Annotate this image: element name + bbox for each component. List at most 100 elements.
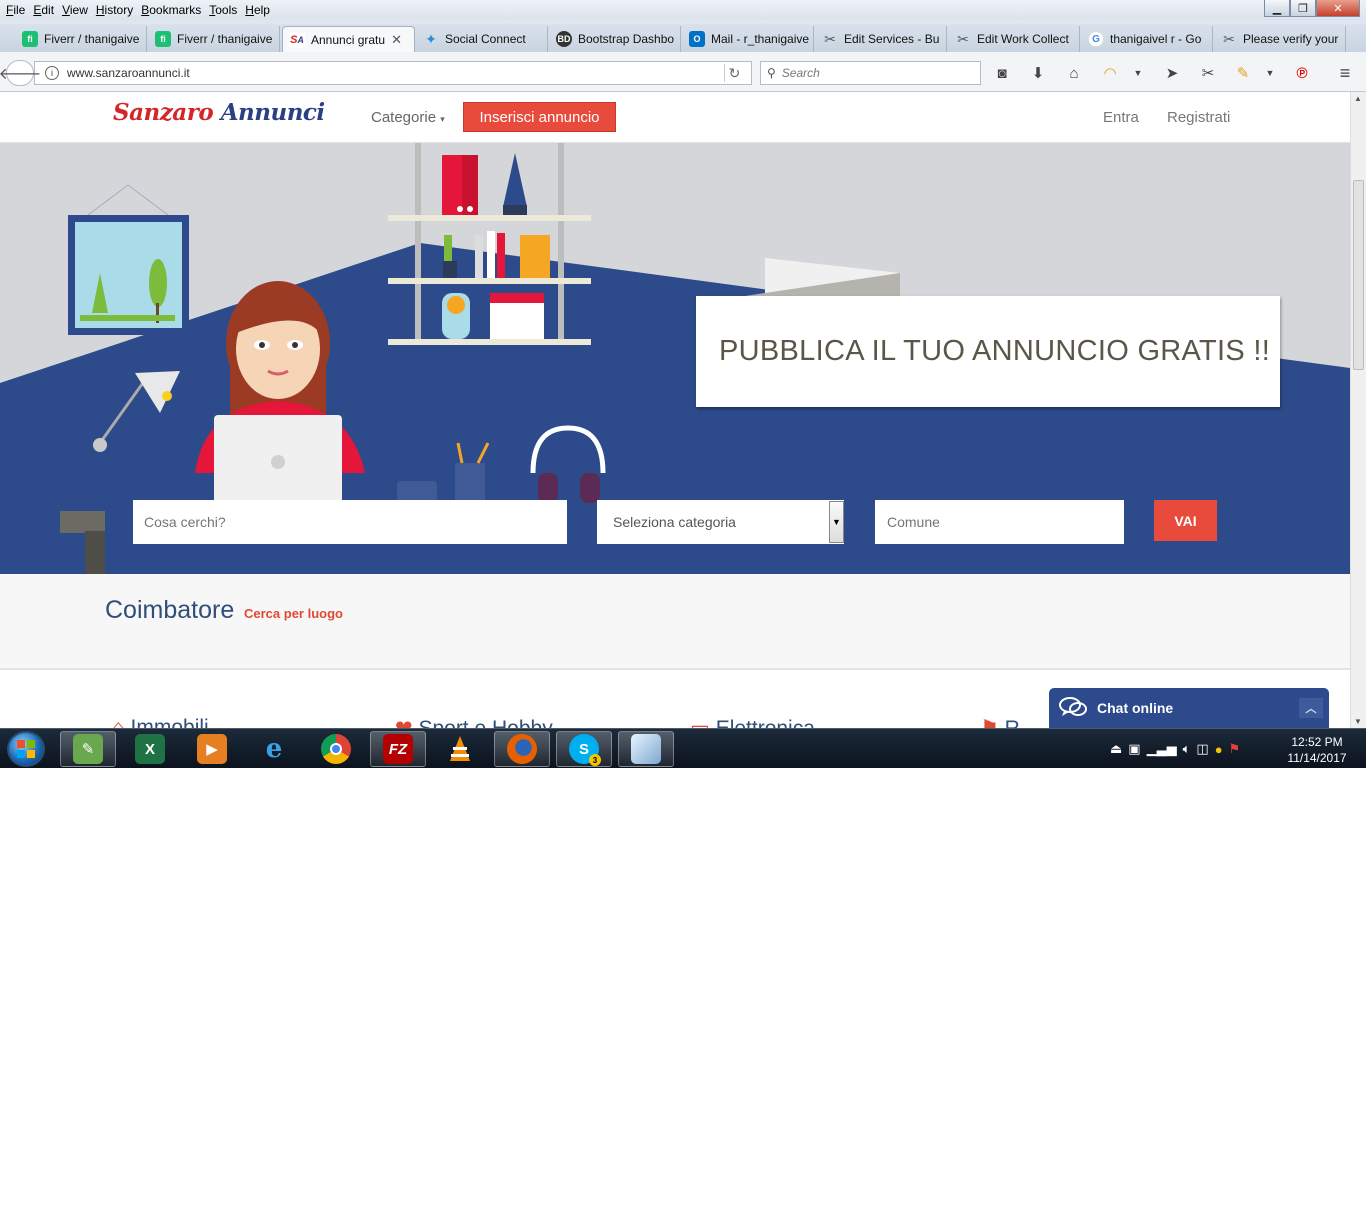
city-name: Coimbatore <box>105 596 235 624</box>
tools-icon: ✂ <box>824 30 836 47</box>
menu-view[interactable]: View <box>62 3 88 17</box>
site-logo[interactable]: Sanzaro Annunci <box>113 99 325 126</box>
back-button[interactable]: 🡐 <box>0 60 41 86</box>
tab-label: Fiverr / thanigaive <box>44 32 140 46</box>
tab-fiverr-2[interactable]: fi Fiverr / thanigaive <box>149 26 280 52</box>
taskbar-gadget-app[interactable]: ✎ <box>60 731 116 767</box>
site-header: Sanzaro Annunci Categorie ▾ Inserisci an… <box>0 92 1350 143</box>
info-icon[interactable]: i <box>45 66 59 80</box>
tab-bootstrap[interactable]: BD Bootstrap Dashbo <box>550 26 681 52</box>
url-bar[interactable]: i www.sanzaroannunci.it <box>34 61 752 85</box>
system-clock[interactable]: 12:52 PM 11/14/2017 <box>1282 734 1352 766</box>
location-section: Coimbatore Cerca per luogo <box>0 574 1350 669</box>
taskbar-chrome[interactable] <box>308 731 364 767</box>
logo-part2: Annunci <box>220 99 325 126</box>
chevron-down-icon[interactable]: ▼ <box>1260 63 1280 83</box>
firefox-icon <box>507 734 537 764</box>
reload-icon[interactable]: ↻ <box>724 64 744 82</box>
url-text: www.sanzaroannunci.it <box>67 66 190 80</box>
tab-edit-work[interactable]: ✂ Edit Work Collect <box>949 26 1080 52</box>
screenshot-icon[interactable]: ✂ <box>1198 63 1218 83</box>
inserisci-annuncio-button[interactable]: Inserisci annuncio <box>463 102 616 132</box>
tab-social-connect[interactable]: ✦ Social Connect <box>417 26 548 52</box>
taskbar-notepad[interactable] <box>618 731 674 767</box>
tab-verify[interactable]: ✂ Please verify your <box>1215 26 1346 52</box>
categorie-label: Categorie <box>371 109 437 126</box>
skype-badge: 3 <box>589 754 601 766</box>
search-input[interactable]: ⚲ Search <box>760 61 981 85</box>
login-link[interactable]: Entra <box>1103 109 1139 126</box>
tab-label: Please verify your <box>1243 32 1339 46</box>
tab-label: thanigaivel r - Go <box>1110 32 1202 46</box>
taskbar-excel[interactable]: X <box>122 731 178 767</box>
minimize-button[interactable]: ▁ <box>1264 0 1290 17</box>
menu-bookmarks[interactable]: Bookmarks <box>141 3 201 17</box>
pinterest-icon[interactable]: ℗ <box>1292 63 1312 83</box>
tab-google[interactable]: G thanigaivel r - Go <box>1082 26 1213 52</box>
chevron-up-icon[interactable]: ︿ <box>1299 698 1323 718</box>
vertical-scrollbar[interactable]: ▲ ▼ <box>1350 92 1366 728</box>
monitor-icon[interactable]: ▣ <box>1128 741 1140 757</box>
home-icon[interactable]: ⌂ <box>1064 63 1084 83</box>
action-center-flag-icon[interactable]: ⚑ <box>1229 741 1241 757</box>
hamburger-menu-icon[interactable]: ≡ <box>1335 63 1355 83</box>
taskbar-skype[interactable]: S3 <box>556 731 612 767</box>
taskbar-media-player[interactable]: ▶ <box>184 731 240 767</box>
downloads-icon[interactable]: ⬇ <box>1028 63 1048 83</box>
rainbow-extension-icon[interactable]: ◠ <box>1100 63 1120 83</box>
chevron-down-icon[interactable]: ▼ <box>1128 63 1148 83</box>
chat-online-widget[interactable]: Chat online ︿ <box>1049 688 1329 728</box>
skype-tray-icon[interactable]: ● <box>1215 742 1223 757</box>
scroll-down-icon[interactable]: ▼ <box>1354 717 1362 726</box>
menu-help[interactable]: Help <box>245 3 270 17</box>
vlc-icon <box>445 734 475 764</box>
comune-input[interactable] <box>875 500 1124 544</box>
tab-fiverr-1[interactable]: fi Fiverr / thanigaive <box>16 26 147 52</box>
notepad-icon <box>631 734 661 764</box>
filezilla-icon: FZ <box>383 734 413 764</box>
pencil-icon[interactable]: ✎ <box>1233 63 1253 83</box>
social-connect-icon: ✦ <box>425 30 437 47</box>
tab-mail[interactable]: O Mail - r_thanigaive <box>683 26 814 52</box>
taskbar-filezilla[interactable]: FZ <box>370 731 426 767</box>
taskbar-firefox[interactable] <box>494 731 550 767</box>
chrome-icon <box>321 734 351 764</box>
start-button[interactable] <box>7 731 45 767</box>
fiverr-icon: fi <box>155 31 171 47</box>
scroll-thumb[interactable] <box>1353 180 1364 370</box>
cerca-per-luogo-link[interactable]: Cerca per luogo <box>244 606 343 621</box>
categorie-dropdown[interactable]: Categorie ▾ <box>371 109 445 126</box>
pocket-icon[interactable]: ◙ <box>992 63 1012 83</box>
taskbar-internet-explorer[interactable]: e <box>246 731 302 767</box>
usb-icon[interactable]: ⏏ <box>1110 741 1122 757</box>
tab-label: Bootstrap Dashbo <box>578 32 675 46</box>
volume-icon[interactable]: 🔈︎ <box>1183 741 1191 757</box>
category-select[interactable]: Seleziona categoria ▼ <box>597 500 844 544</box>
menu-file[interactable]: File <box>6 3 25 17</box>
tab-edit-services[interactable]: ✂ Edit Services - Bu <box>816 26 947 52</box>
tools-icon: ✂ <box>1223 30 1235 47</box>
logo-part1: Sanzaro <box>113 99 214 126</box>
tab-label: Annunci gratu <box>311 32 386 47</box>
tab-label: Mail - r_thanigaive <box>711 32 810 46</box>
menu-history[interactable]: History <box>96 3 133 17</box>
tools-icon: ✂ <box>957 30 969 47</box>
scroll-up-icon[interactable]: ▲ <box>1354 94 1362 103</box>
chevron-down-icon[interactable]: ▼ <box>829 501 844 543</box>
vai-button[interactable]: VAI <box>1154 500 1217 541</box>
close-window-button[interactable]: ✕ <box>1316 0 1360 17</box>
search-placeholder: Search <box>781 66 820 80</box>
navigation-toolbar: i www.sanzaroannunci.it 🡐 ↻ ⚲ Search ◙ ⬇… <box>0 52 1366 92</box>
clock-date: 11/14/2017 <box>1287 751 1347 765</box>
search-query-input[interactable] <box>133 500 567 544</box>
taskbar-vlc[interactable] <box>432 731 488 767</box>
filezilla-tray-icon[interactable]: ◫ <box>1196 741 1208 757</box>
maximize-button[interactable]: ❐ <box>1290 0 1316 17</box>
menu-tools[interactable]: Tools <box>209 3 237 17</box>
register-link[interactable]: Registrati <box>1167 109 1230 126</box>
network-signal-icon[interactable]: ▁▃▅ <box>1147 741 1177 757</box>
menu-edit[interactable]: Edit <box>33 3 54 17</box>
tab-close-icon[interactable]: ✕ <box>391 32 402 48</box>
send-icon[interactable]: ➤ <box>1162 63 1182 83</box>
tab-annunci[interactable]: SA Annunci gratu ✕ <box>282 26 415 52</box>
